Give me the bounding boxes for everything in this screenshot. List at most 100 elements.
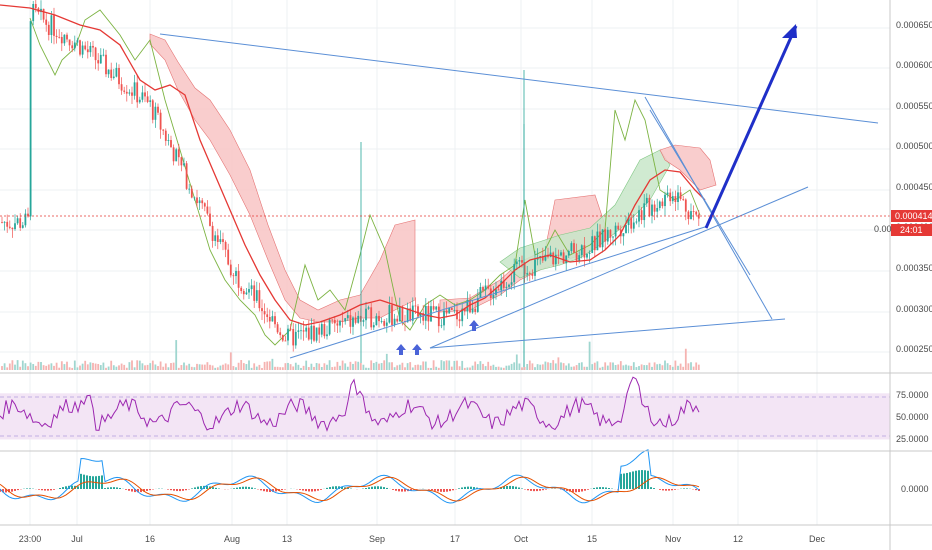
candle-body [248, 289, 250, 293]
volume-bar [211, 365, 214, 370]
volume-bar [214, 367, 217, 370]
candle-body [380, 321, 383, 322]
candle-body [60, 37, 63, 44]
volume-bar [34, 365, 37, 370]
macd-bar [167, 489, 169, 490]
volume-bar [336, 361, 339, 370]
candle-body [354, 317, 357, 323]
volume-bar [456, 360, 458, 370]
macd-bar [260, 489, 262, 491]
candle-body [383, 321, 386, 326]
candle-body [341, 320, 344, 322]
macd-bar [107, 487, 109, 489]
macd-bar [299, 489, 301, 490]
macd-bar [14, 489, 16, 491]
candle-body [307, 327, 310, 340]
candle-body [526, 273, 529, 275]
volume-bar [133, 367, 136, 370]
candle-body [349, 315, 352, 327]
macd-axis[interactable]: 0.0000 [901, 484, 929, 494]
volume-bar [196, 363, 198, 370]
candle-body [151, 100, 154, 120]
macd-bar [266, 489, 268, 492]
volume-bar [159, 361, 162, 370]
macd-bar [458, 488, 460, 489]
volume-bar [521, 367, 523, 370]
macd-bar [173, 489, 175, 491]
candle-body [448, 307, 451, 314]
candle-body [8, 226, 11, 228]
rsi-axis[interactable]: 75.0000 50.0000 25.0000 [896, 390, 929, 444]
macd-bar [29, 488, 31, 489]
volume-bar [53, 365, 55, 370]
descending-resistance-trendline[interactable] [159, 33, 879, 124]
volume-bar [357, 361, 360, 370]
volume-bar [596, 361, 599, 370]
macd-bar [686, 488, 688, 489]
time-tick: Sep [369, 534, 385, 544]
ascending-support-trendline-short[interactable] [289, 225, 709, 359]
candle-body [578, 255, 581, 261]
volume-bar [510, 363, 513, 370]
price-tick-partial: 0.00 [874, 224, 892, 234]
volume-bar [495, 366, 497, 370]
macd-bar [596, 487, 598, 489]
volume-bar [554, 363, 557, 370]
candle-body [497, 289, 500, 291]
volume-bar [430, 367, 432, 370]
volume-bar [40, 362, 42, 370]
price-axis[interactable]: 0.0006500 0.0006000 0.0005500 0.0005000 … [874, 20, 932, 354]
volume-bar [651, 366, 653, 370]
candle-body [279, 332, 282, 336]
volume-bar [1, 366, 3, 370]
candle-body [284, 340, 287, 342]
volume-bar [549, 362, 552, 370]
candle-body [292, 328, 295, 346]
volume-bar [248, 360, 250, 370]
volume-bar [391, 362, 393, 370]
volume-bar [687, 363, 690, 370]
candle-body [159, 112, 162, 130]
volume-bar [227, 364, 230, 370]
candle-body [224, 241, 227, 250]
candle-body [131, 92, 133, 96]
candle-body [229, 264, 232, 276]
candle-body [687, 211, 690, 220]
volume-bar [424, 361, 427, 370]
candle-body [302, 330, 305, 332]
candle-body [378, 315, 380, 322]
macd-bar [239, 487, 241, 489]
volume-bar [604, 362, 607, 370]
candle-body [385, 322, 388, 326]
volume-bar [398, 364, 401, 370]
volume-bar [396, 365, 399, 370]
volume-bar [544, 361, 547, 370]
volume-bar [349, 361, 352, 370]
candle-body [211, 225, 214, 241]
volume-bar [68, 367, 71, 370]
volume-bar [697, 364, 700, 370]
macd-bar [80, 473, 82, 489]
time-axis[interactable]: 23:00 Jul 16 Aug 13 Sep 17 Oct 15 Nov 12… [19, 534, 826, 544]
time-tick: 23:00 [19, 534, 42, 544]
lower-channel-trendline[interactable] [429, 318, 786, 349]
volume-bar [359, 363, 362, 370]
macd-bar [53, 489, 55, 490]
volume-bar [201, 364, 204, 370]
volume-bar [601, 366, 604, 370]
candle-body [164, 130, 167, 141]
volume-bar [229, 352, 232, 370]
volume-bar [6, 367, 9, 370]
volume-bar [315, 363, 318, 370]
volume-bar [552, 360, 555, 370]
candle-body [346, 315, 349, 319]
volume-bar [175, 340, 178, 370]
volume-bar [60, 361, 63, 370]
volume-bar [313, 366, 315, 370]
trading-chart[interactable]: 0.0006500 0.0006000 0.0005500 0.0005000 … [0, 0, 932, 550]
volume-bar [185, 365, 188, 370]
wedge-line-upper[interactable] [644, 96, 773, 320]
candle-body [6, 221, 9, 227]
volume-bar [37, 361, 40, 370]
volume-bar [536, 364, 539, 370]
